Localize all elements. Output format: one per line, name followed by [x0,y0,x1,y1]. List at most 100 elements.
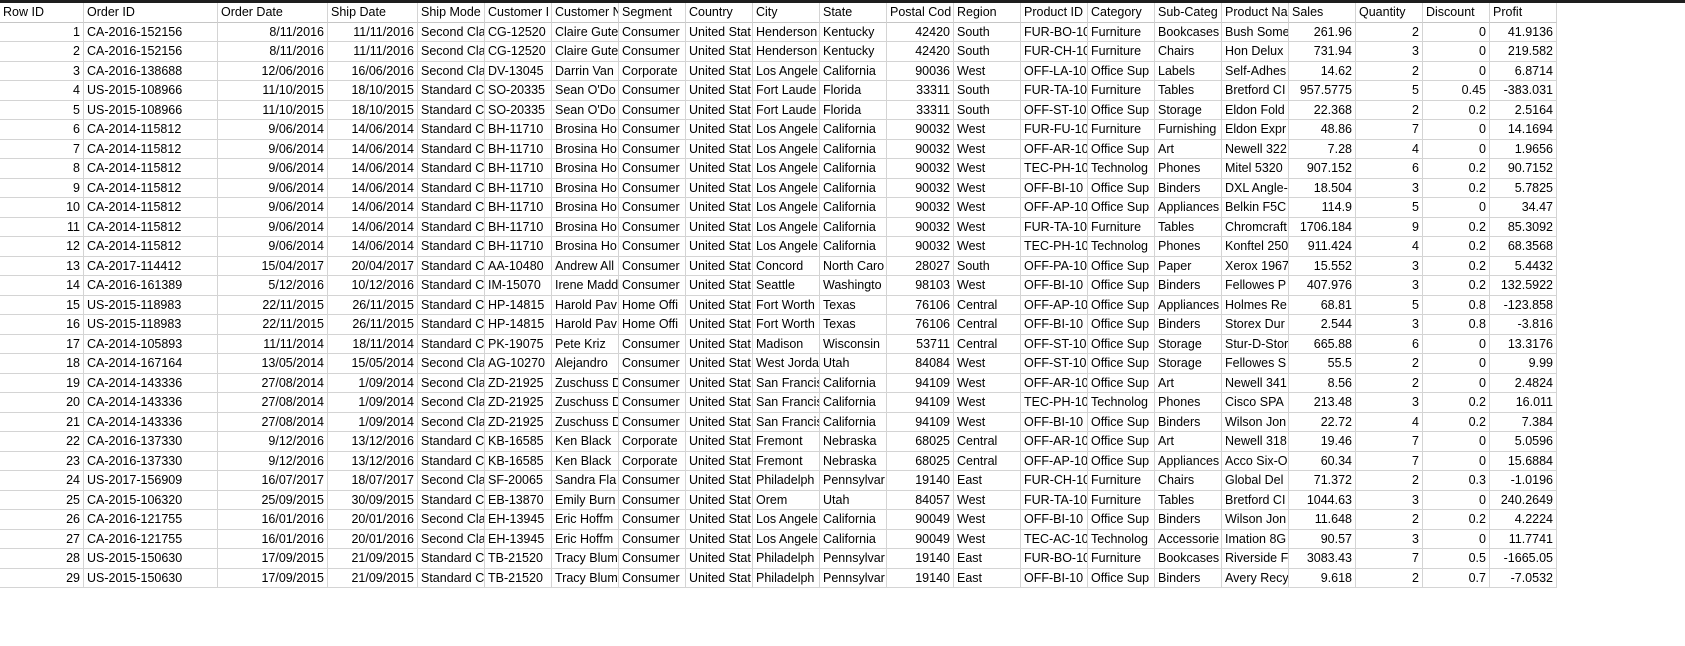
cell-order-date[interactable]: 9/12/2016 [218,451,328,471]
cell-profit[interactable]: 16.011 [1490,393,1557,413]
cell-customer-id[interactable]: ZD-21925 [485,373,552,393]
cell-city[interactable]: Los Angele [753,198,820,218]
cell-product-name[interactable]: Newell 322 [1222,139,1289,159]
table-row[interactable]: 23 CA-2016-137330 9/12/2016 13/12/2016 Stand… [0,451,1685,471]
cell-sales[interactable]: 907.152 [1289,159,1356,179]
cell-category[interactable]: Office Sup [1088,412,1155,432]
cell-product-id[interactable]: OFF-BI-10 [1021,178,1088,198]
cell-product-name[interactable]: Riverside F [1222,549,1289,569]
cell-customer-name[interactable]: Irene Madd [552,276,619,296]
cell-region[interactable]: West [954,354,1021,374]
cell-order-id[interactable]: US-2015-150630 [84,568,218,588]
cell-customer-id[interactable]: PK-19075 [485,334,552,354]
cell-segment[interactable]: Consumer [619,139,686,159]
cell-row-id[interactable]: 4 [0,81,84,101]
cell-sub-category[interactable]: Art [1155,432,1222,452]
cell-customer-id[interactable]: IM-15070 [485,276,552,296]
cell-country[interactable]: United Stat [686,412,753,432]
cell-sub-category[interactable]: Art [1155,139,1222,159]
cell-sales[interactable]: 665.88 [1289,334,1356,354]
cell-customer-name[interactable]: Tracy Blum [552,568,619,588]
cell-sub-category[interactable]: Accessorie [1155,529,1222,549]
cell-row-id[interactable]: 24 [0,471,84,491]
cell-postal-code[interactable]: 90032 [887,198,954,218]
cell-product-id[interactable]: OFF-BI-10 [1021,510,1088,530]
cell-segment[interactable]: Consumer [619,42,686,62]
cell-ship-date[interactable]: 21/09/2015 [328,568,418,588]
cell-customer-id[interactable]: BH-11710 [485,120,552,140]
cell-row-id[interactable]: 16 [0,315,84,335]
cell-row-id[interactable]: 25 [0,490,84,510]
cell-state[interactable]: California [820,237,887,257]
cell-order-date[interactable]: 11/10/2015 [218,81,328,101]
cell-order-date[interactable]: 9/06/2014 [218,178,328,198]
cell-order-date[interactable]: 17/09/2015 [218,568,328,588]
cell-category[interactable]: Office Sup [1088,198,1155,218]
cell-sales[interactable]: 407.976 [1289,276,1356,296]
cell-category[interactable]: Office Sup [1088,451,1155,471]
cell-ship-date[interactable]: 14/06/2014 [328,217,418,237]
cell-category[interactable]: Office Sup [1088,354,1155,374]
cell-product-id[interactable]: OFF-ST-10 [1021,354,1088,374]
cell-country[interactable]: United Stat [686,568,753,588]
cell-customer-name[interactable]: Emily Burn [552,490,619,510]
header-sales[interactable]: Sales [1289,3,1356,23]
cell-product-id[interactable]: OFF-AP-10 [1021,451,1088,471]
cell-country[interactable]: United Stat [686,159,753,179]
cell-country[interactable]: United Stat [686,373,753,393]
cell-sales[interactable]: 2.544 [1289,315,1356,335]
cell-category[interactable]: Furniture [1088,81,1155,101]
cell-product-name[interactable]: Bush Some [1222,22,1289,42]
cell-region[interactable]: West [954,61,1021,81]
cell-product-id[interactable]: OFF-BI-10 [1021,315,1088,335]
table-row[interactable]: 24 US-2017-156909 16/07/2017 18/07/2017 Seco… [0,471,1685,491]
cell-order-id[interactable]: CA-2014-143336 [84,393,218,413]
cell-sub-category[interactable]: Storage [1155,354,1222,374]
header-customer-name[interactable]: Customer N [552,3,619,23]
cell-order-date[interactable]: 9/12/2016 [218,432,328,452]
cell-state[interactable]: Florida [820,100,887,120]
cell-category[interactable]: Furniture [1088,42,1155,62]
table-row[interactable]: 21 CA-2014-143336 27/08/2014 1/09/2014 Secon… [0,412,1685,432]
cell-postal-code[interactable]: 53711 [887,334,954,354]
cell-region[interactable]: West [954,139,1021,159]
cell-sub-category[interactable]: Furnishing [1155,120,1222,140]
cell-quantity[interactable]: 2 [1356,61,1423,81]
cell-sales[interactable]: 14.62 [1289,61,1356,81]
cell-product-id[interactable]: OFF-AR-10 [1021,432,1088,452]
cell-region[interactable]: West [954,178,1021,198]
header-sub-category[interactable]: Sub-Categ [1155,3,1222,23]
cell-row-id[interactable]: 9 [0,178,84,198]
cell-discount[interactable]: 0 [1423,451,1490,471]
cell-ship-date[interactable]: 10/12/2016 [328,276,418,296]
cell-quantity[interactable]: 2 [1356,373,1423,393]
cell-order-id[interactable]: CA-2016-121755 [84,529,218,549]
cell-city[interactable]: Seattle [753,276,820,296]
cell-city[interactable]: San Francis [753,412,820,432]
cell-segment[interactable]: Consumer [619,334,686,354]
cell-country[interactable]: United Stat [686,198,753,218]
cell-category[interactable]: Technolog [1088,237,1155,257]
cell-order-id[interactable]: CA-2014-115812 [84,237,218,257]
cell-ship-date[interactable]: 18/10/2015 [328,81,418,101]
cell-customer-id[interactable]: KB-16585 [485,432,552,452]
cell-ship-mode[interactable]: Second Cla [418,22,485,42]
cell-customer-name[interactable]: Pete Kriz [552,334,619,354]
cell-segment[interactable]: Consumer [619,373,686,393]
cell-category[interactable]: Furniture [1088,120,1155,140]
cell-discount[interactable]: 0.2 [1423,276,1490,296]
cell-product-id[interactable]: FUR-BO-10 [1021,22,1088,42]
cell-ship-mode[interactable]: Second Cla [418,529,485,549]
header-ship-mode[interactable]: Ship Mode [418,3,485,23]
cell-ship-mode[interactable]: Standard C [418,315,485,335]
cell-quantity[interactable]: 2 [1356,354,1423,374]
cell-discount[interactable]: 0.2 [1423,159,1490,179]
cell-product-name[interactable]: Holmes Re [1222,295,1289,315]
cell-product-id[interactable]: FUR-TA-10 [1021,217,1088,237]
cell-customer-name[interactable]: Harold Pav [552,315,619,335]
cell-quantity[interactable]: 3 [1356,178,1423,198]
cell-row-id[interactable]: 19 [0,373,84,393]
cell-sub-category[interactable]: Phones [1155,237,1222,257]
cell-state[interactable]: Pennsylvar [820,549,887,569]
cell-country[interactable]: United Stat [686,354,753,374]
